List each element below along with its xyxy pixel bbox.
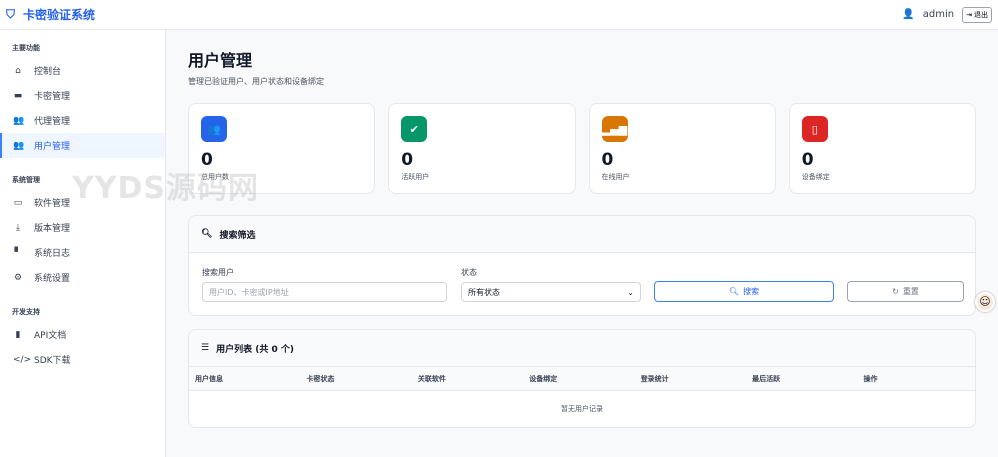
stat-card-online: ▂▄▆ 0 在线用户 — [588, 103, 776, 194]
sidebar-item-settings[interactable]: ⚙ 系统设置 — [0, 265, 165, 290]
list-icon: ☰ — [201, 343, 210, 353]
users-group-icon: 👥 — [201, 116, 227, 142]
sidebar-item-agents[interactable]: 👥 代理管理 — [0, 108, 165, 133]
panel-title: 用户列表 (共 0 个) — [216, 344, 294, 355]
stat-label: 设备绑定 — [801, 173, 830, 181]
sidebar-item-logs[interactable]: ▘ 系统日志 — [0, 240, 165, 265]
user-check-icon: ✔ — [401, 116, 428, 142]
app-title: 卡密验证系统 — [23, 8, 96, 22]
stat-label: 总用户数 — [201, 173, 229, 181]
code-icon: </> — [13, 354, 32, 365]
users-group-icon: 👥 — [13, 115, 25, 126]
reset-button-label: 重置 — [902, 287, 919, 296]
logout-button[interactable]: ⇥ 退出 — [962, 6, 992, 23]
sidebar-item-cards[interactable]: ▬ 卡密管理 — [0, 83, 165, 108]
sidebar-item-label: 系统日志 — [34, 249, 71, 259]
chevron-down-icon: ⌄ — [627, 287, 634, 297]
sidebar: 主要功能 ⌂ 控制台 ▬ 卡密管理 👥 代理管理 👥 用户管理 系统管理 ▭ 软件管理 ⤓… — [0, 30, 166, 457]
refresh-icon: ↻ — [892, 287, 899, 296]
sidebar-item-dashboard[interactable]: ⌂ 控制台 — [0, 58, 165, 83]
search-input[interactable]: 用户ID、卡密或IP地址 — [202, 282, 447, 302]
column-header: 操作 — [863, 374, 878, 383]
reset-button[interactable]: ↻ 重置 — [847, 281, 964, 302]
column-header: 登录统计 — [640, 374, 669, 383]
sidebar-item-sdk[interactable]: </> SDK下载 — [0, 347, 165, 372]
sidebar-item-software[interactable]: ▭ 软件管理 — [0, 190, 165, 215]
search-button[interactable]: 🔍︎ 搜索 — [654, 281, 834, 302]
sidebar-item-label: 用户管理 — [34, 142, 71, 152]
sidebar-item-api-docs[interactable]: ▮ API文档 — [0, 322, 165, 347]
stat-value: 0 — [601, 150, 614, 170]
stat-card-devices: ▯ 0 设备绑定 — [788, 103, 976, 194]
page-title: 用户管理 — [188, 51, 253, 70]
stat-value: 0 — [801, 150, 814, 170]
column-header: 设备绑定 — [529, 374, 558, 383]
filter-panel: 🔍︎ 搜索筛选 搜索用户 用户ID、卡密或IP地址 状态 所有状态 ⌄ 🔍︎ 搜索 ↻… — [188, 215, 976, 316]
sidebar-item-versions[interactable]: ⤓ 版本管理 — [0, 215, 165, 240]
username: admin — [922, 9, 955, 20]
panel-title: 搜索筛选 — [219, 230, 256, 241]
download-icon: ⤓ — [16, 222, 20, 233]
stat-value: 0 — [401, 150, 414, 170]
column-header: 关联软件 — [417, 374, 446, 383]
top-bar: ⛉ 卡密验证系统 👤 admin ⇥ 退出 — [0, 0, 998, 30]
card-icon: ▬ — [13, 90, 23, 101]
logout-label: 退出 — [974, 11, 988, 19]
column-header: 用户信息 — [195, 374, 223, 383]
stat-value: 0 — [201, 150, 213, 170]
gear-icon: ⚙ — [13, 272, 23, 283]
section-title: 系统管理 — [12, 176, 40, 184]
assistant-avatar[interactable]: ☺ — [975, 292, 995, 312]
stat-card-total: 👥 0 总用户数 — [188, 103, 376, 194]
stat-label: 在线用户 — [601, 173, 630, 181]
shield-icon: ⛉ — [6, 7, 16, 21]
user-table-panel: ☰ 用户列表 (共 0 个) 用户信息 卡密状态 关联软件 设备绑定 登录统计 最… — [188, 329, 976, 428]
status-label: 状态 — [461, 268, 477, 277]
column-header: 最后活跃 — [752, 374, 781, 383]
book-icon: ▮ — [15, 329, 21, 340]
sidebar-item-label: 软件管理 — [34, 199, 71, 209]
search-icon: 🔍︎ — [728, 287, 740, 296]
mobile-icon: ▯ — [801, 116, 828, 142]
brand[interactable]: ⛉ 卡密验证系统 — [6, 6, 95, 23]
sidebar-item-label: 版本管理 — [34, 224, 71, 234]
sidebar-item-label: 卡密管理 — [34, 92, 71, 102]
sidebar-item-label: 代理管理 — [34, 117, 71, 127]
user-icon: 👤 — [902, 9, 915, 20]
page-subtitle: 管理已验证用户、用户状态和设备绑定 — [188, 77, 324, 86]
sidebar-item-label: 控制台 — [34, 67, 62, 77]
sidebar-item-label: SDK下载 — [34, 356, 71, 366]
stat-label: 活跃用户 — [401, 173, 430, 181]
section-title: 开发支持 — [12, 308, 40, 316]
search-icon: 🔍︎ — [201, 229, 213, 239]
signal-icon: ▂▄▆ — [601, 116, 628, 142]
sidebar-item-label: 系统设置 — [34, 274, 71, 284]
empty-state: 暂无用户记录 — [561, 405, 603, 413]
main-content: 用户管理 管理已验证用户、用户状态和设备绑定 👥 0 总用户数 ✔ 0 活跃用户 ▂▄▆… — [188, 30, 976, 428]
section-title: 主要功能 — [12, 44, 40, 52]
status-select[interactable]: 所有状态 ⌄ — [461, 282, 641, 302]
laptop-icon: ▭ — [13, 197, 23, 208]
users-icon: 👥 — [13, 140, 25, 151]
stat-card-active: ✔ 0 活跃用户 — [388, 103, 576, 194]
logout-icon: ⇥ — [966, 11, 972, 19]
search-label: 搜索用户 — [202, 268, 234, 277]
table-header: 用户信息 卡密状态 关联软件 设备绑定 登录统计 最后活跃 操作 — [189, 367, 975, 391]
sidebar-item-users[interactable]: 👥 用户管理 — [0, 133, 165, 158]
column-header: 卡密状态 — [306, 374, 335, 383]
search-button-label: 搜索 — [743, 287, 760, 296]
file-icon: ▘ — [14, 247, 22, 258]
sidebar-item-label: API文档 — [34, 331, 67, 341]
home-icon: ⌂ — [15, 65, 21, 76]
status-value: 所有状态 — [468, 287, 500, 297]
